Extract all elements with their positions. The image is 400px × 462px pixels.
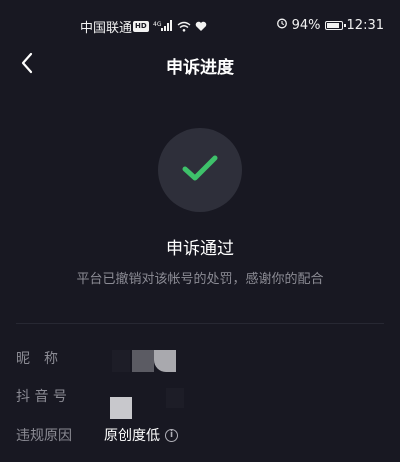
nav-bar: 申诉进度 <box>0 44 400 86</box>
result-description: 平台已撤销对该帐号的处罚，感谢你的配合 <box>76 272 324 287</box>
signal-icon: 4G <box>153 17 173 36</box>
battery-percent: 94% <box>291 17 321 33</box>
info-icon[interactable]: i <box>165 428 178 442</box>
success-badge <box>158 128 242 212</box>
heart-icon <box>195 17 207 36</box>
carrier-name: 中国联通 <box>80 21 133 36</box>
douyin-id-label: 抖 音 号 <box>16 389 67 405</box>
clock: 12:31 <box>346 17 384 33</box>
checkmark-icon <box>180 152 220 188</box>
battery-icon <box>324 20 346 30</box>
result-title: 申诉通过 <box>166 239 234 259</box>
violation-value: 原创度低 <box>104 428 160 444</box>
violation-label: 违规原因 <box>16 428 72 444</box>
douyin-id-row: 抖 音 号 <box>0 380 400 419</box>
violation-row: 违规原因 原创度低 i <box>0 419 400 449</box>
wifi-icon <box>177 17 191 36</box>
nickname-label: 昵 称 <box>16 351 58 367</box>
violation-value-group: 原创度低 i <box>104 425 178 445</box>
battery-fill <box>326 22 339 28</box>
nickname-row: 昵 称 <box>0 342 400 372</box>
status-bar: 中国联通 HD 4G 94% 12:31 <box>0 0 400 48</box>
divider <box>16 323 384 324</box>
alarm-icon <box>276 17 288 33</box>
status-icons-left: HD 4G <box>133 17 207 36</box>
page-title: 申诉进度 <box>166 58 234 78</box>
svg-text:4G: 4G <box>153 21 162 28</box>
status-icons-right: 94% 12:31 <box>276 17 384 33</box>
hd-icon: HD <box>133 21 149 32</box>
